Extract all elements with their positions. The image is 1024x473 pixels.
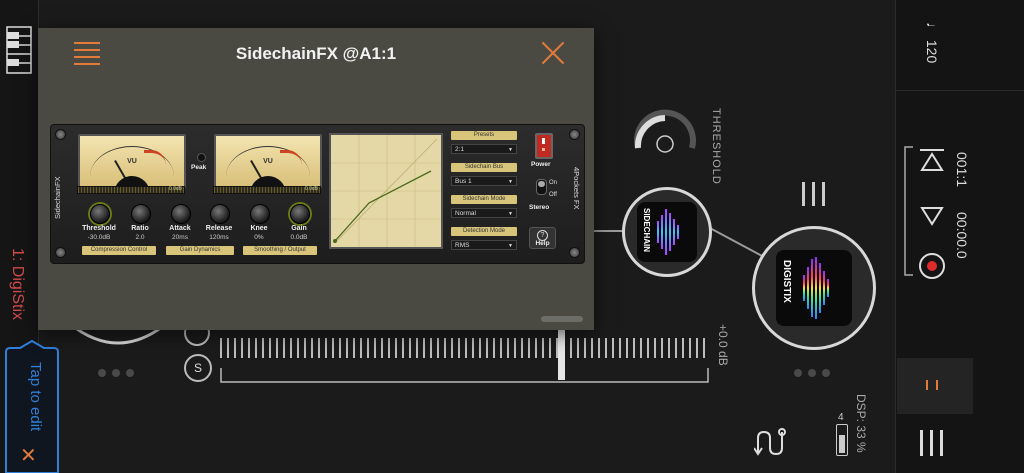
help-label: Help <box>535 240 550 247</box>
knob-label: Gain <box>291 225 307 232</box>
digistix-tile: DIGISTIX <box>776 250 852 326</box>
screw <box>55 247 66 258</box>
threshold-label: THRESHOLD <box>710 108 722 185</box>
sidechain-node[interactable]: SIDECHAIN <box>622 187 712 277</box>
help-button[interactable]: ? Help <box>529 227 556 249</box>
tap-to-edit-label[interactable]: Tap to edit <box>27 362 44 431</box>
sidechain-mode-dropdown[interactable]: Normal <box>451 208 517 219</box>
threshold-knob[interactable] <box>90 204 110 224</box>
stereo-toggle[interactable] <box>536 179 547 195</box>
spectrum-icon <box>657 209 679 255</box>
time-readout: 00:00.0 <box>954 212 970 259</box>
vu-meter-left: VU <box>78 134 186 188</box>
knob-label: Threshold <box>82 225 116 232</box>
level-meter-right: 0.0dB <box>213 186 321 194</box>
peak-label: Peak <box>191 164 207 171</box>
spectrum-icon <box>803 257 829 319</box>
plugin-vertical-label: SidechainFX <box>53 176 62 219</box>
stereo-off-label: Off <box>549 192 557 198</box>
gain-knob[interactable] <box>290 204 310 224</box>
knob-value: -30.0dB <box>87 234 111 241</box>
piano-keys-icon[interactable] <box>6 26 32 74</box>
release-knob[interactable] <box>210 204 230 224</box>
plugin-window: SidechainFX @A1:1 SidechainFX 4Pockets F… <box>38 28 594 330</box>
play-icon[interactable] <box>918 148 946 174</box>
peak-led <box>197 153 206 162</box>
level-readout: +0.0 dB <box>716 324 730 366</box>
power-switch[interactable] <box>535 133 553 159</box>
detection-mode-dropdown[interactable]: RMS <box>451 240 517 251</box>
sidechain-mode-label: Sidechain Mode <box>451 195 517 204</box>
digistix-node[interactable]: DIGISTIX <box>752 226 876 350</box>
group-label-smoothing: Smoothing / Output <box>243 246 317 255</box>
plugin-title: SidechainFX @A1:1 <box>235 44 397 63</box>
screw <box>569 247 580 258</box>
knob-value: 0.0dB <box>290 234 308 241</box>
ratio-knob[interactable] <box>131 204 151 224</box>
dismiss-close-icon[interactable]: ✕ <box>20 446 37 466</box>
close-icon[interactable] <box>540 40 566 66</box>
presets-label: Presets <box>451 131 517 140</box>
dsp-readout: DSP: 33 % <box>854 394 868 453</box>
meter-readout: 0.0dB <box>168 186 182 192</box>
transfer-curve-display <box>329 133 443 249</box>
route-icon[interactable] <box>754 428 790 458</box>
track-handle-icon[interactable] <box>926 378 940 392</box>
battery-level: 4 <box>838 412 844 423</box>
group-label-compression: Compression Control <box>82 246 156 255</box>
threshold-gauge[interactable] <box>630 108 700 170</box>
power-label: Power <box>531 161 551 168</box>
position-readout: 001:1 <box>954 152 970 188</box>
record-icon[interactable] <box>918 252 946 280</box>
vu-label: VU <box>127 158 137 165</box>
more-dots[interactable] <box>794 364 836 382</box>
brand-vertical-label: 4Pockets FX <box>572 167 581 210</box>
connection-line <box>594 230 624 232</box>
battery-icon <box>836 424 848 456</box>
level-slider[interactable] <box>220 338 708 358</box>
hamburger-icon[interactable] <box>918 430 946 456</box>
window-resize-grip[interactable] <box>541 316 583 322</box>
detection-mode-label: Detection Mode <box>451 227 517 236</box>
attack-knob[interactable] <box>171 204 191 224</box>
vu-meter-right: VU <box>214 134 322 188</box>
stereo-on-label: On <box>549 180 558 186</box>
divider <box>895 90 1024 91</box>
stereo-label: Stereo <box>529 204 550 211</box>
track-label: 1: DigiStix <box>9 248 26 321</box>
solo-button[interactable]: S <box>184 354 212 382</box>
position-bracket <box>904 146 913 276</box>
knee-knob[interactable] <box>250 204 270 224</box>
sidechain-bus-dropdown[interactable]: Bus 1 <box>451 176 517 187</box>
level-meter-left: 0.0dB <box>77 186 185 194</box>
meter-readout: 0.0dB <box>304 186 318 192</box>
vu-label: VU <box>263 158 273 165</box>
screw <box>55 129 66 140</box>
plugin-panel: SidechainFX 4Pockets FX VU 0.0dB Peak VU… <box>50 124 585 264</box>
group-label-gain: Gain Dynamics <box>166 246 234 255</box>
tempo-readout[interactable]: ♩ 120 <box>924 22 940 63</box>
mixer-icon[interactable] <box>800 182 828 208</box>
screw <box>569 129 580 140</box>
presets-dropdown[interactable]: 2:1 <box>451 144 517 155</box>
more-dots[interactable] <box>98 364 140 382</box>
sidechain-tile: SIDECHAIN <box>637 202 697 262</box>
sidechain-bus-label: Sidechain Bus <box>451 163 517 172</box>
level-slider-baseline <box>220 368 709 383</box>
rewind-icon[interactable] <box>918 204 946 228</box>
